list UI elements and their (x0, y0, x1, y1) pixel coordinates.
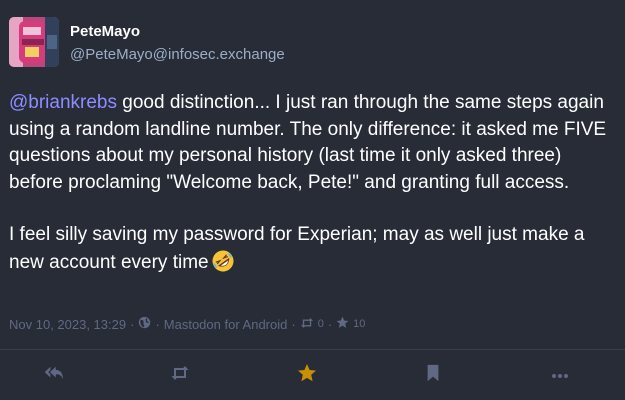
account-handle[interactable]: @PeteMayo@infosec.exchange (70, 46, 285, 63)
meta-separator: · (130, 316, 135, 332)
action-bar (0, 350, 625, 400)
display-name[interactable]: PeteMayo (70, 23, 140, 40)
meta-separator: · (327, 316, 333, 332)
star-icon (336, 316, 349, 332)
reply-all-icon (44, 365, 64, 386)
ellipsis-icon (551, 366, 569, 384)
star-icon (297, 363, 317, 388)
avatar[interactable] (9, 17, 59, 67)
post-paragraph-1: @briankrebs good distinction... I just r… (9, 90, 609, 196)
mention-link[interactable]: @briankrebs (9, 92, 117, 113)
retweet-icon (170, 365, 190, 386)
reply-button[interactable] (43, 364, 65, 386)
status-card: PeteMayo @PeteMayo@infosec.exchange @bri… (0, 0, 625, 400)
application-name[interactable]: Mastodon for Android (164, 317, 288, 332)
bookmark-button[interactable] (422, 364, 444, 386)
boosts-count: 0 (317, 318, 324, 330)
post-paragraph-2: I feel silly saving my password for Expe… (9, 222, 609, 276)
status-meta: Nov 10, 2023, 13:29 · · Mastodon for And… (9, 316, 365, 332)
post-paragraph-2-text: I feel silly saving my password for Expe… (9, 224, 585, 273)
meta-separator: · (155, 316, 160, 332)
retweet-icon (300, 317, 314, 332)
avatar-image (9, 17, 59, 67)
boost-button[interactable] (169, 364, 191, 386)
bookmark-icon (425, 364, 441, 387)
more-button[interactable] (549, 364, 571, 386)
post-content: @briankrebs good distinction... I just r… (9, 90, 609, 276)
globe-icon (138, 316, 151, 332)
rolling-on-floor-laughing-emoji (211, 249, 235, 273)
timestamp[interactable]: Nov 10, 2023, 13:29 (9, 317, 126, 332)
meta-separator: · (291, 316, 296, 332)
favourites-count: 10 (353, 318, 366, 330)
favourite-button[interactable] (296, 363, 318, 388)
